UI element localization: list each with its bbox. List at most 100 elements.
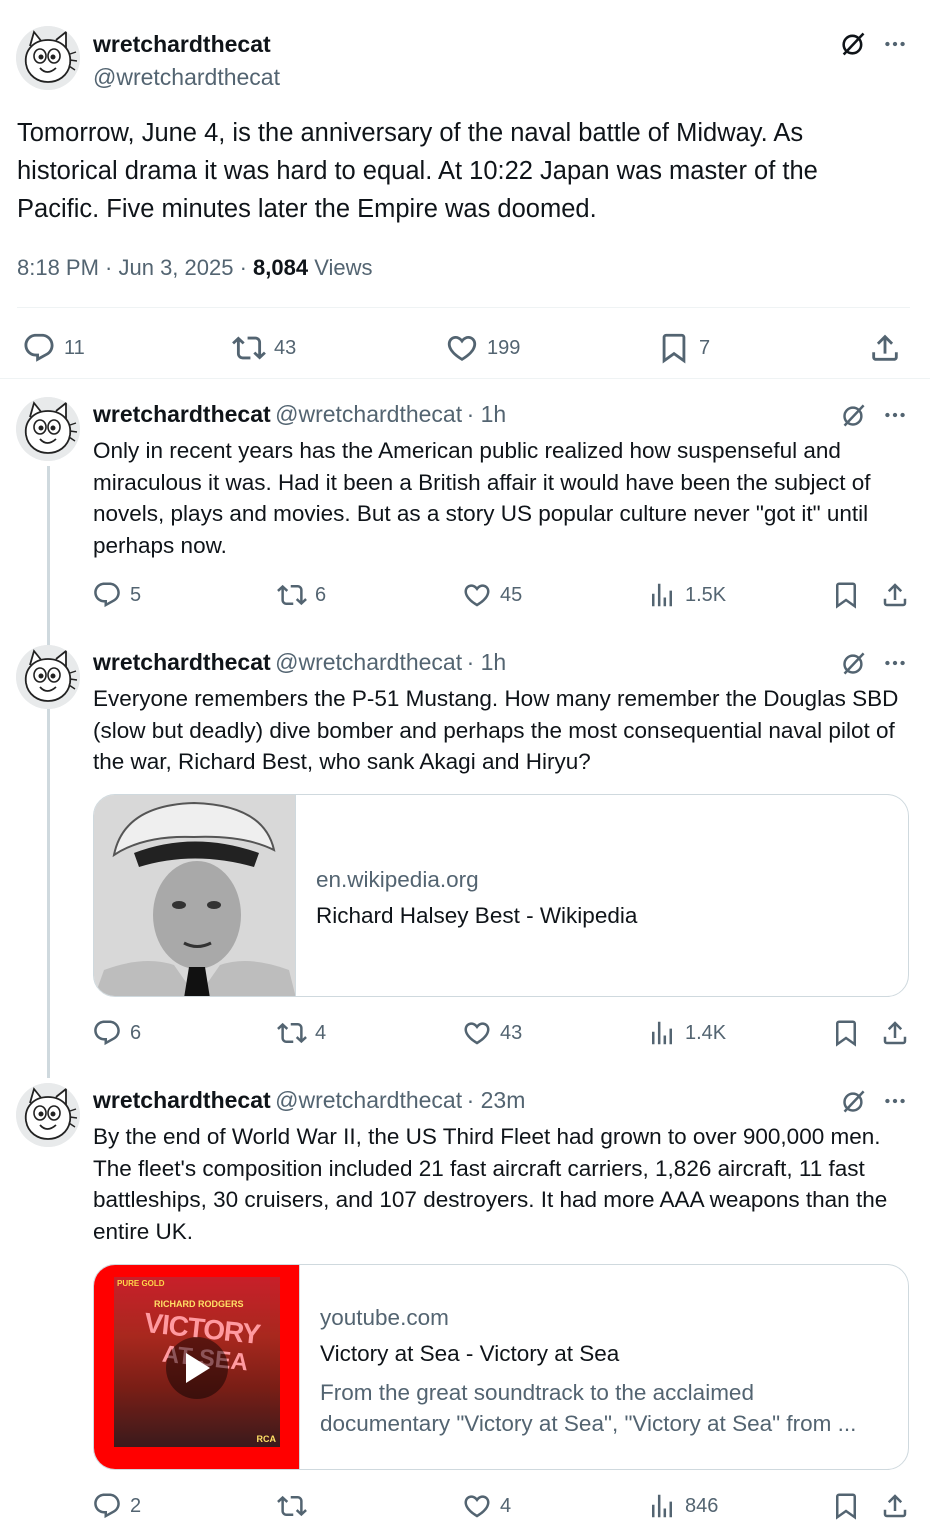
more-icon[interactable] [879,399,911,431]
link-card[interactable]: en.wikipedia.org Richard Halsey Best - W… [93,794,909,997]
reply-icon [92,1491,122,1521]
bookmark-icon [831,1491,861,1521]
avatar[interactable] [16,645,80,709]
bookmark-button[interactable] [831,1018,861,1048]
display-name[interactable]: wretchardthecat [93,31,271,58]
views-button[interactable]: 1.5K [647,580,726,610]
like-count: 4 [500,1494,512,1517]
tweet-age[interactable]: · 1h [467,649,507,675]
like-icon [462,1491,492,1521]
grok-icon[interactable] [837,399,869,431]
user-handle[interactable]: @wretchardthecat [93,64,280,91]
card-title: Victory at Sea - Victory at Sea [320,1341,620,1366]
like-button[interactable]: 45 [462,580,522,610]
like-icon [462,1018,492,1048]
like-button[interactable]: 199 [445,331,520,365]
repost-icon [277,1491,307,1521]
reply-icon [92,1018,122,1048]
grok-icon[interactable] [837,28,869,60]
like-count: 199 [487,336,521,359]
like-button[interactable]: 43 [462,1018,522,1048]
tweet-text: Only in recent years has the American pu… [93,438,871,558]
card-title: Richard Halsey Best - Wikipedia [316,903,638,928]
reply-header: wretchardthecat @wretchardthecat · 1h [93,401,506,428]
views-count: 8,084 [253,255,309,280]
views-icon [647,1018,677,1048]
tweet-age[interactable]: · 1h [467,401,507,427]
card-domain: en.wikipedia.org [316,867,479,892]
reply-count: 2 [130,1494,142,1517]
repost-icon [277,580,307,610]
share-button[interactable] [880,1018,910,1048]
repost-count: 6 [315,583,327,606]
views-count: 846 [685,1494,719,1517]
play-button[interactable] [166,1337,228,1399]
reply-button[interactable]: 6 [92,1018,141,1048]
share-icon [880,1018,910,1048]
tweet-meta: 8:18 PM · Jun 3, 2025 · 8,084 Views [17,255,373,281]
views-button[interactable]: 846 [647,1491,718,1521]
views-count: 1.4K [685,1021,727,1044]
bookmark-button[interactable] [831,1491,861,1521]
bookmark-icon [831,580,861,610]
like-button[interactable]: 4 [462,1491,511,1521]
cat-avatar-icon [16,1083,80,1147]
grok-icon[interactable] [837,1085,869,1117]
tweet-timestamp[interactable]: 8:18 PM · Jun 3, 2025 · [17,255,253,280]
reply-button[interactable]: 5 [92,580,141,610]
repost-button[interactable]: 43 [232,331,296,365]
more-icon[interactable] [879,647,911,679]
tweet-text: Tomorrow, June 4, is the anniversary of … [17,119,818,223]
share-icon [868,331,902,365]
cat-avatar-icon [16,645,80,709]
share-button[interactable] [880,580,910,610]
display-name[interactable]: wretchardthecat [93,649,271,675]
user-handle[interactable]: @wretchardthecat [275,1087,462,1113]
grok-icon[interactable] [837,647,869,679]
share-button[interactable] [868,331,902,365]
user-handle[interactable]: @wretchardthecat [275,649,462,675]
card-description: From the great soundtrack to the acclaim… [320,1380,857,1436]
album-label-top: PURE GOLD [117,1279,165,1288]
card-domain: youtube.com [320,1305,449,1330]
repost-button[interactable]: 6 [277,580,326,610]
portrait-photo-icon [94,795,295,996]
avatar[interactable] [16,397,80,461]
cat-avatar-icon [16,26,80,90]
views-icon [647,1491,677,1521]
reply-header: wretchardthecat @wretchardthecat · 1h [93,649,506,676]
views-icon [647,580,677,610]
bookmark-button[interactable]: 7 [657,331,710,365]
more-icon[interactable] [879,28,911,60]
like-count: 43 [500,1021,523,1044]
avatar[interactable] [16,1083,80,1147]
user-handle[interactable]: @wretchardthecat [275,401,462,427]
divider [17,307,910,308]
avatar[interactable] [16,26,80,90]
reply-button[interactable]: 11 [22,331,85,365]
bookmark-icon [831,1018,861,1048]
reply-icon [22,331,56,365]
share-button[interactable] [880,1491,910,1521]
repost-button[interactable] [277,1491,315,1521]
cat-avatar-icon [16,397,80,461]
tweet-text: By the end of World War II, the US Third… [93,1124,888,1244]
link-card[interactable]: PURE GOLD RICHARD RODGERS VICTORY AT SEA… [93,1264,909,1470]
repost-icon [232,331,266,365]
more-icon[interactable] [879,1085,911,1117]
repost-button[interactable]: 4 [277,1018,326,1048]
display-name[interactable]: wretchardthecat [93,401,271,427]
reply-header: wretchardthecat @wretchardthecat · 23m [93,1087,525,1114]
card-thumbnail [94,795,296,996]
reply-button[interactable]: 2 [92,1491,141,1521]
views-button[interactable]: 1.4K [647,1018,726,1048]
display-name[interactable]: wretchardthecat [93,1087,271,1113]
tweet-age[interactable]: · 23m [467,1087,526,1113]
bookmark-button[interactable] [831,580,861,610]
reply-icon [92,580,122,610]
card-thumbnail: PURE GOLD RICHARD RODGERS VICTORY AT SEA… [94,1265,299,1469]
divider [0,378,930,379]
like-icon [462,580,492,610]
repost-icon [277,1018,307,1048]
thread-line [47,466,50,1078]
